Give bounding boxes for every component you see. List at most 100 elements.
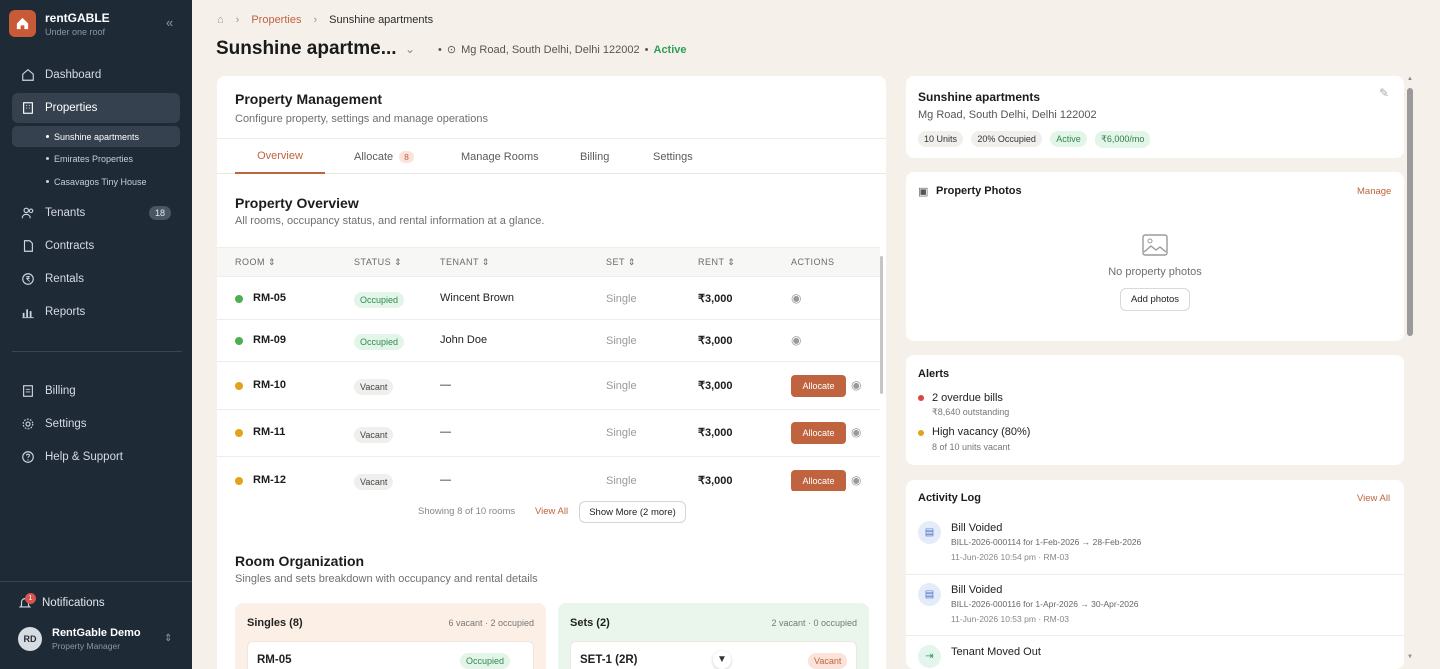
column-header-rent[interactable]: RENT ⇕ bbox=[698, 257, 735, 268]
sidebar-item-settings[interactable]: Settings bbox=[12, 409, 180, 439]
edit-pencil-icon[interactable]: ✎ bbox=[1379, 86, 1389, 100]
status-badge: Occupied bbox=[460, 653, 511, 669]
allocate-button[interactable]: Allocate bbox=[791, 422, 846, 444]
show-more-button[interactable]: Show More (2 more) bbox=[579, 501, 686, 523]
tab-allocate[interactable]: Allocate 8 bbox=[354, 139, 414, 174]
column-header-tenant[interactable]: TENANT ⇕ bbox=[440, 257, 490, 268]
sidebar-item-properties[interactable]: Properties bbox=[12, 93, 180, 123]
allocate-button[interactable]: Allocate bbox=[791, 470, 846, 491]
sidebar-item-contracts[interactable]: Contracts bbox=[12, 231, 180, 261]
scroll-down-icon[interactable]: ▼ bbox=[713, 651, 731, 669]
sets-meta: 2 vacant · 0 occupied bbox=[771, 618, 857, 628]
sidebar-item-label: Tenants bbox=[45, 207, 86, 219]
allocate-count-badge: 8 bbox=[399, 150, 414, 163]
alert-detail: ₹8,640 outstanding bbox=[932, 407, 1010, 417]
alert-dot bbox=[918, 430, 924, 436]
chevron-updown-icon[interactable]: ⇕ bbox=[164, 633, 172, 644]
summary-chips: 10 Units 20% Occupied Active ₹6,000/mo bbox=[918, 131, 1155, 148]
organization-title: Room Organization bbox=[235, 553, 365, 569]
page-scrollbar[interactable]: ▲ ▼ bbox=[1406, 76, 1414, 666]
sidebar-item-billing[interactable]: Billing bbox=[12, 376, 180, 406]
page-title: Sunshine apartme... bbox=[216, 38, 397, 59]
status-badge: Active bbox=[1050, 131, 1087, 147]
alert-title: 2 overdue bills bbox=[932, 392, 1003, 404]
image-icon: ▣ bbox=[918, 186, 929, 198]
breadcrumb-properties[interactable]: Properties bbox=[251, 14, 301, 26]
status-dot bbox=[235, 295, 243, 303]
brand[interactable]: rentGABLE Under one roof bbox=[9, 10, 110, 37]
brand-tagline: Under one roof bbox=[45, 27, 106, 37]
table-header: ROOM ⇕ STATUS ⇕ TENANT ⇕ SET ⇕ RENT ⇕ AC… bbox=[217, 247, 880, 277]
status-dot bbox=[235, 477, 243, 485]
user-menu[interactable]: RD RentGable Demo Property Manager bbox=[18, 627, 141, 651]
table-row[interactable]: RM-10 Vacant — Single ₹3,000 Allocate ◉ bbox=[217, 362, 880, 410]
tab-overview[interactable]: Overview bbox=[235, 139, 325, 174]
sidebar-item-tenants[interactable]: Tenants 18 bbox=[12, 198, 180, 228]
home-icon[interactable]: ⌂ bbox=[217, 14, 224, 26]
status-dot bbox=[235, 382, 243, 390]
tenant-name: — bbox=[440, 379, 451, 391]
eye-icon[interactable]: ◉ bbox=[851, 425, 861, 439]
column-header-actions: ACTIONS bbox=[791, 257, 835, 267]
column-label: SET bbox=[606, 257, 625, 267]
sidebar-item-rentals[interactable]: Rentals bbox=[12, 264, 180, 294]
tenant-name: Wincent Brown bbox=[440, 292, 514, 304]
sidebar-item-label: Properties bbox=[45, 102, 98, 114]
property-photos-card: ▣ Property Photos Manage No property pho… bbox=[906, 172, 1404, 341]
view-all-rooms-link[interactable]: View All bbox=[535, 506, 568, 517]
empty-photos-text: No property photos bbox=[1108, 266, 1202, 278]
sidebar-item-reports[interactable]: Reports bbox=[12, 297, 180, 327]
status-dot bbox=[235, 429, 243, 437]
eye-icon[interactable]: ◉ bbox=[851, 473, 861, 487]
set-type: Single bbox=[606, 380, 637, 392]
tab-billing[interactable]: Billing bbox=[580, 139, 609, 174]
column-header-set[interactable]: SET ⇕ bbox=[606, 257, 636, 268]
summary-address: Mg Road, South Delhi, Delhi 122002 bbox=[918, 109, 1097, 121]
room-name: RM-05 bbox=[253, 292, 287, 304]
rent-amount: ₹3,000 bbox=[698, 293, 733, 305]
occupancy-chip: 20% Occupied bbox=[971, 131, 1042, 147]
notifications-button[interactable]: 1 Notifications bbox=[18, 593, 105, 610]
chevron-down-icon[interactable]: ⌄ bbox=[405, 42, 415, 56]
allocate-button[interactable]: Allocate bbox=[791, 375, 846, 397]
collapse-sidebar-icon[interactable]: « bbox=[166, 15, 173, 30]
tenant-name: — bbox=[440, 474, 451, 486]
sidebar-item-dashboard[interactable]: Dashboard bbox=[12, 60, 180, 90]
alert-dot bbox=[918, 395, 924, 401]
column-label: STATUS bbox=[354, 257, 392, 267]
scroll-up-icon[interactable]: ▲ bbox=[1407, 76, 1413, 82]
table-row[interactable]: RM-09 Occupied John Doe Single ₹3,000 ◉ bbox=[217, 320, 880, 362]
tenants-count-badge: 18 bbox=[148, 206, 171, 220]
sidebar-divider bbox=[12, 351, 182, 352]
tenant-name: — bbox=[440, 426, 451, 438]
eye-icon[interactable]: ◉ bbox=[791, 333, 801, 347]
tab-manage-rooms[interactable]: Manage Rooms bbox=[461, 139, 539, 174]
manage-photos-link[interactable]: Manage bbox=[1357, 186, 1391, 197]
eye-icon[interactable]: ◉ bbox=[851, 378, 861, 392]
sidebar-item-label: Reports bbox=[45, 306, 86, 318]
scroll-down-icon[interactable]: ▼ bbox=[1407, 654, 1413, 660]
scrollbar-thumb[interactable] bbox=[1407, 88, 1413, 336]
organization-subtitle: Singles and sets breakdown with occupanc… bbox=[235, 573, 538, 585]
eye-icon[interactable]: ◉ bbox=[791, 291, 801, 305]
house-logo-icon bbox=[9, 10, 36, 37]
sidebar-subitem-casavagos[interactable]: Casavagos Tiny House bbox=[12, 171, 180, 192]
table-scrollbar[interactable] bbox=[880, 256, 883, 394]
room-name: RM-05 bbox=[257, 654, 292, 666]
sidebar-subitem-emirates[interactable]: Emirates Properties bbox=[12, 148, 180, 169]
add-photos-button[interactable]: Add photos bbox=[1120, 288, 1190, 311]
sidebar-subitem-sunshine[interactable]: Sunshine apartments bbox=[12, 126, 180, 147]
tab-settings[interactable]: Settings bbox=[653, 139, 693, 174]
table-row[interactable]: RM-12 Vacant — Single ₹3,000 Allocate ◉ bbox=[217, 457, 880, 491]
list-item[interactable]: RM-05 Occupied bbox=[247, 641, 534, 669]
view-all-activity-link[interactable]: View All bbox=[1357, 493, 1390, 504]
help-icon bbox=[22, 451, 34, 463]
rows-count-text: Showing 8 of 10 rooms bbox=[418, 506, 516, 517]
sidebar-item-help[interactable]: Help & Support bbox=[12, 442, 180, 472]
sidebar-item-label: Rentals bbox=[45, 273, 84, 285]
column-header-room[interactable]: ROOM ⇕ bbox=[235, 257, 276, 268]
column-header-status[interactable]: STATUS ⇕ bbox=[354, 257, 402, 268]
rent-amount: ₹3,000 bbox=[698, 475, 733, 487]
table-row[interactable]: RM-11 Vacant — Single ₹3,000 Allocate ◉ bbox=[217, 410, 880, 457]
table-row[interactable]: RM-05 Occupied Wincent Brown Single ₹3,0… bbox=[217, 277, 880, 320]
